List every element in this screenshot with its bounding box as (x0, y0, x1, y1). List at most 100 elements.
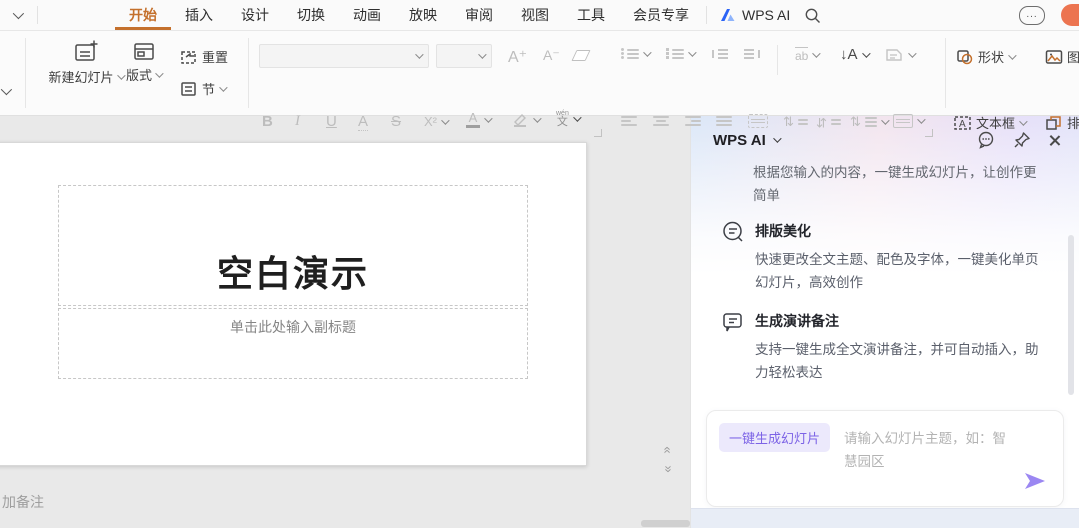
tab-home[interactable]: 开始 (115, 0, 171, 30)
panel-scrollbar[interactable] (1068, 235, 1074, 395)
feature-beautify[interactable]: 排版美化 快速更改全文主题、配色及字体，一键美化单页幻灯片，高效创作 (721, 221, 1049, 294)
paragraph-spacing-decrease-button[interactable]: ⇅ (816, 114, 841, 130)
ai-intro-text: 根据您输入的内容，一键生成幻灯片，让创作更简单 (753, 165, 1037, 203)
increase-font-button[interactable]: A⁺ (508, 47, 527, 67)
bullet-list-button[interactable] (621, 47, 652, 59)
character-frame-icon: A (358, 113, 369, 131)
paragraph-layout-button[interactable] (884, 47, 917, 63)
picture-button[interactable]: 图 (1045, 47, 1079, 66)
decrease-indent-button[interactable] (712, 49, 728, 59)
numbered-list-button[interactable] (666, 47, 697, 59)
tab-view[interactable]: 视图 (507, 0, 563, 30)
distribute-button[interactable] (748, 114, 768, 128)
next-slide-button[interactable]: « (660, 465, 675, 472)
strikethrough-button[interactable]: S (391, 113, 401, 130)
font-size-combobox[interactable] (436, 44, 492, 68)
search-button[interactable] (804, 7, 821, 24)
chevron-down-icon (908, 49, 917, 58)
generate-slides-chip[interactable]: 一键生成幻灯片 (719, 423, 831, 452)
upgrade-button-partial[interactable] (1061, 4, 1079, 26)
font-name-combobox[interactable] (259, 44, 429, 68)
notes-input[interactable]: 加备注 (2, 492, 44, 512)
feedback-chat-icon[interactable] (977, 131, 996, 149)
chevron-down-icon[interactable] (772, 134, 782, 143)
arrange-button[interactable]: 排 (1045, 113, 1079, 132)
layout-icon (133, 43, 154, 60)
phonetic-guide-button[interactable]: wén 文 (556, 110, 582, 128)
text-align-box-button[interactable] (893, 114, 926, 128)
character-frame-button[interactable]: A (358, 113, 369, 131)
shapes-button[interactable]: 形状 (956, 47, 1017, 66)
slide-canvas[interactable]: 空白演示 单击此处输入副标题 (0, 142, 587, 466)
superscript-icon: X² (424, 114, 437, 129)
ai-panel-content: 根据您输入的内容，一键生成幻灯片，让创作更简单 排版美化 快速更改全文主题、配色… (691, 165, 1079, 401)
chevron-down-icon (415, 50, 424, 59)
tab-review[interactable]: 审阅 (451, 0, 507, 30)
tab-design[interactable]: 设计 (227, 0, 283, 30)
textbox-button[interactable]: A 文本框 (953, 113, 1028, 132)
horizontal-scrollbar[interactable] (641, 520, 690, 527)
paragraph-spacing-increase-button[interactable]: ⇅ (783, 114, 808, 130)
eraser-icon (571, 50, 591, 61)
chevron-down-icon (478, 50, 487, 59)
search-icon (805, 8, 821, 23)
wps-ai-panel: WPS AI 根据您输入的内容，一键生成幻灯片，让创作更简单 排版美化 快速更改… (690, 115, 1079, 528)
divider (945, 38, 946, 108)
ai-prompt-input[interactable]: 一键生成幻灯片 请输入幻灯片主题，如：智慧园区 (706, 410, 1064, 507)
bold-button[interactable]: B (262, 113, 273, 130)
layout-label: 版式 (126, 68, 153, 83)
tab-tools[interactable]: 工具 (563, 0, 619, 30)
tab-animation[interactable]: 动画 (339, 0, 395, 30)
superscript-button[interactable]: X² (424, 114, 450, 129)
tab-insert[interactable]: 插入 (171, 0, 227, 30)
previous-slide-button[interactable]: « (661, 446, 676, 453)
ai-panel-title: WPS AI (713, 131, 766, 149)
paragraph-dialog-launcher[interactable] (925, 129, 933, 137)
font-dialog-launcher[interactable] (594, 129, 602, 137)
feature-title: 生成演讲备注 (755, 313, 839, 329)
justify-button[interactable] (716, 116, 732, 126)
line-spacing-button[interactable]: ⇅ (850, 114, 890, 130)
decrease-font-button[interactable]: A⁻ (543, 47, 560, 64)
paragraph-layout-icon (886, 49, 902, 61)
tab-member[interactable]: 会员专享 (619, 0, 703, 30)
close-panel-icon[interactable] (1048, 134, 1061, 147)
feature-speaker-notes[interactable]: 生成演讲备注 支持一键生成全文演讲备注，并可自动插入，助力轻松表达 (721, 311, 1049, 384)
text-direction-button[interactable]: ab (795, 47, 822, 63)
pin-panel-icon[interactable] (1013, 131, 1031, 149)
underline-button[interactable]: U (326, 113, 337, 130)
underline-icon: U (326, 113, 337, 130)
clear-format-button[interactable] (571, 50, 591, 61)
paste-dropdown-chevron-icon[interactable] (0, 83, 13, 96)
italic-button[interactable]: I (295, 113, 300, 130)
picture-label: 图 (1067, 50, 1079, 65)
new-slide-button[interactable]: 新建幻灯片 (38, 39, 133, 86)
shapes-icon (957, 49, 973, 64)
feature-description: 快速更改全文主题、配色及字体，一键美化单页幻灯片，高效创作 (755, 252, 1039, 290)
highlight-button[interactable] (511, 113, 542, 127)
section-icon (181, 81, 196, 96)
align-right-button[interactable] (685, 116, 701, 126)
decrease-font-icon: A⁻ (543, 47, 560, 63)
chevron-down-icon (219, 82, 228, 92)
justify-icon (716, 116, 732, 126)
layout-button[interactable]: 版式 (126, 41, 164, 84)
subtitle-placeholder[interactable]: 单击此处输入副标题 (58, 308, 528, 379)
cloud-sync-icon[interactable]: ... (1019, 5, 1045, 25)
vertical-text-button[interactable]: ↓A (840, 46, 871, 63)
increase-indent-button[interactable] (744, 49, 760, 59)
send-button[interactable] (1023, 471, 1047, 496)
align-center-button[interactable] (653, 116, 669, 126)
divider (777, 45, 778, 75)
reset-button[interactable]: 重置 (178, 47, 228, 66)
font-color-button[interactable]: A (466, 111, 493, 128)
align-left-button[interactable] (621, 116, 637, 126)
section-button[interactable]: 节 (178, 79, 228, 98)
title-placeholder[interactable]: 空白演示 (58, 185, 528, 306)
tab-slideshow[interactable]: 放映 (395, 0, 451, 30)
menubar: 开始 插入 设计 切换 动画 放映 审阅 视图 工具 会员专享 WPS AI .… (0, 0, 1079, 31)
bullet-list-icon (621, 47, 639, 59)
tab-transition[interactable]: 切换 (283, 0, 339, 30)
collapse-ribbon-button[interactable] (0, 0, 34, 30)
wps-ai-menu-button[interactable]: WPS AI (710, 7, 800, 23)
